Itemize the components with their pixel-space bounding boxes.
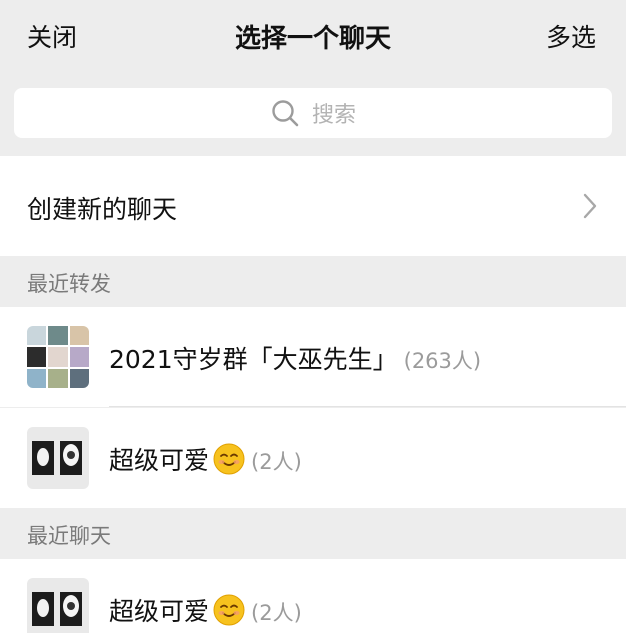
navigation-bar: 关闭 选择一个聊天 多选 — [0, 0, 626, 74]
create-new-chat-row[interactable]: 创建新的聊天 — [0, 156, 626, 256]
chat-name-row: 2021守岁群「大巫先生」 (263人) — [109, 340, 481, 376]
faces-image — [30, 586, 86, 632]
chat-row[interactable]: 超级可爱 (2人) — [0, 408, 626, 508]
smiling-face-emoji — [213, 594, 245, 626]
smiling-face-emoji — [213, 443, 245, 475]
chevron-right-icon — [583, 193, 597, 219]
search-icon — [272, 100, 299, 127]
row-divider — [109, 406, 626, 407]
search-placeholder: 搜索 — [311, 103, 356, 128]
section-label: 最近转发 — [27, 272, 111, 296]
group-avatar — [27, 326, 89, 388]
chat-picker-screen: 关闭 选择一个聊天 多选 搜索 创建新的聊天 最近转发 2021守岁群「大巫先生… — [0, 0, 626, 633]
create-new-chat-label: 创建新的聊天 — [27, 195, 178, 224]
chat-row[interactable]: 超级可爱 (2人) — [0, 559, 626, 633]
section-header-recent-forward: 最近转发 — [0, 256, 626, 307]
chat-row[interactable]: 2021守岁群「大巫先生」 (263人) — [0, 307, 626, 407]
member-count: (2人) — [251, 450, 302, 474]
faces-image — [30, 435, 86, 481]
multi-select-button[interactable]: 多选 — [546, 18, 596, 54]
chat-name-row: 超级可爱 (2人) — [109, 441, 302, 477]
avatar — [27, 427, 89, 489]
chat-name-row: 超级可爱 (2人) — [109, 592, 302, 628]
member-count: (263人) — [403, 349, 482, 373]
chat-name: 超级可爱 — [109, 597, 210, 626]
chat-name: 超级可爱 — [109, 446, 210, 475]
avatar — [27, 578, 89, 633]
section-header-recent-chats: 最近聊天 — [0, 508, 626, 559]
section-label: 最近聊天 — [27, 524, 111, 548]
chat-name: 2021守岁群「大巫先生」 — [109, 345, 398, 374]
page-title: 选择一个聊天 — [234, 24, 391, 54]
search-bar[interactable]: 搜索 — [14, 88, 612, 138]
member-count: (2人) — [251, 601, 302, 625]
